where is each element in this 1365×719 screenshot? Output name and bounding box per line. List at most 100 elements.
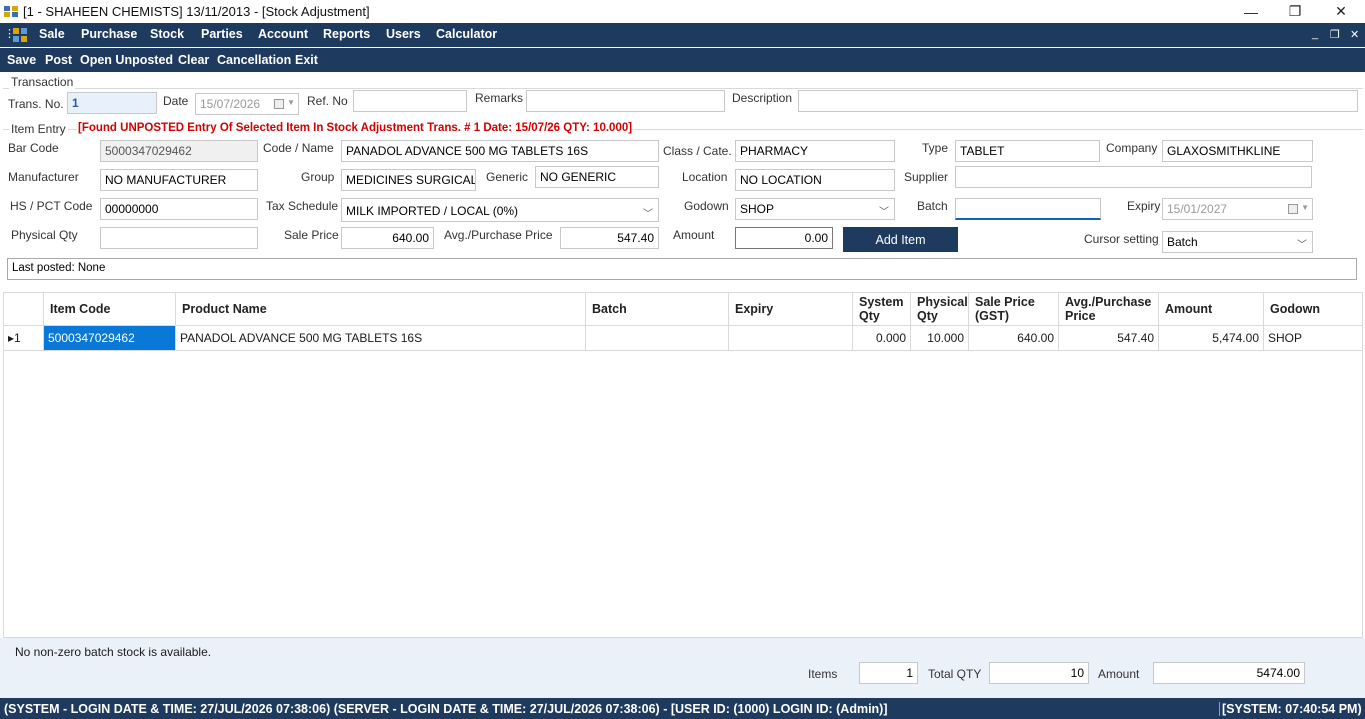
col-godown[interactable]: Godown — [1264, 293, 1362, 326]
expiry-picker[interactable]: 15/01/2027 ▼ — [1162, 198, 1313, 220]
cursor-setting-select[interactable]: Batch ﹀ — [1162, 231, 1313, 253]
physical-qty-field[interactable] — [100, 227, 258, 249]
group-field[interactable]: MEDICINES SURGICALS — [341, 169, 476, 191]
row-indicator[interactable]: ▸1 — [4, 326, 44, 351]
amount-label: Amount — [673, 228, 715, 242]
tax-schedule-value: MILK IMPORTED / LOCAL (0%) — [346, 204, 519, 218]
barcode-label: Bar Code — [8, 141, 59, 155]
cell-amount[interactable]: 5,474.00 — [1159, 326, 1264, 351]
total-qty-field: 10 — [989, 662, 1089, 684]
cell-system-qty[interactable]: 0.000 — [853, 326, 911, 351]
refno-label: Ref. No — [307, 94, 348, 108]
mdi-restore-button[interactable]: ❐ — [1330, 28, 1340, 41]
exit-button[interactable]: Exit — [295, 53, 318, 67]
col-physical-qty[interactable]: Physical Qty — [911, 293, 969, 326]
expiry-label: Expiry — [1127, 199, 1161, 213]
cell-product-name[interactable]: PANADOL ADVANCE 500 MG TABLETS 16S — [176, 326, 586, 351]
col-expiry[interactable]: Expiry — [729, 293, 853, 326]
supplier-field[interactable] — [955, 166, 1312, 188]
godown-value: SHOP — [740, 202, 775, 216]
generic-field[interactable]: NO GENERIC — [535, 166, 659, 188]
location-label: Location — [682, 170, 728, 184]
menu-reports[interactable]: Reports — [323, 27, 370, 41]
chevron-down-icon: ▼ — [287, 98, 295, 107]
expiry-value: 15/01/2027 — [1167, 202, 1228, 216]
footer-panel: No non-zero batch stock is available. It… — [0, 638, 1365, 698]
cell-item-code[interactable]: 5000347029462 — [44, 326, 176, 351]
row-header-column — [4, 293, 44, 326]
menu-bar: ⋮ Sale Purchase Stock Parties Account Re… — [0, 23, 1365, 47]
godown-label: Godown — [684, 199, 729, 213]
cell-sale-price[interactable]: 640.00 — [969, 326, 1059, 351]
cell-expiry[interactable] — [729, 326, 853, 351]
date-picker[interactable]: 15/07/2026 ▼ — [195, 93, 299, 115]
type-field[interactable]: TABLET — [955, 140, 1100, 162]
col-avg-price[interactable]: Avg./Purchase Price — [1059, 293, 1159, 326]
refno-field[interactable] — [353, 90, 467, 112]
tax-schedule-label: Tax Schedule — [266, 199, 339, 213]
trans-no-field[interactable]: 1 — [67, 92, 157, 114]
menu-sale[interactable]: Sale — [39, 27, 65, 41]
last-posted-bar: Last posted: None — [7, 258, 1357, 280]
cell-batch[interactable] — [586, 326, 729, 351]
hs-code-field[interactable]: 00000000 — [100, 198, 258, 220]
sale-price-field[interactable]: 640.00 — [341, 227, 434, 249]
godown-select[interactable]: SHOP ﹀ — [735, 198, 895, 220]
items-count-field: 1 — [859, 662, 918, 684]
menu-parties[interactable]: Parties — [201, 27, 243, 41]
barcode-field[interactable]: 5000347029462 — [100, 140, 258, 162]
location-field[interactable]: NO LOCATION — [735, 169, 895, 191]
unposted-warning: [Found UNPOSTED Entry Of Selected Item I… — [77, 122, 634, 134]
minimize-button[interactable]: — — [1228, 0, 1274, 23]
total-qty-label: Total QTY — [928, 667, 982, 681]
cursor-setting-label: Cursor setting — [1084, 232, 1159, 246]
add-item-button[interactable]: Add Item — [843, 227, 958, 252]
tax-schedule-select[interactable]: MILK IMPORTED / LOCAL (0%) ﹀ — [341, 198, 659, 222]
post-button[interactable]: Post — [45, 53, 72, 67]
menu-account[interactable]: Account — [258, 27, 308, 41]
physical-qty-label: Physical Qty — [11, 228, 78, 242]
save-button[interactable]: Save — [7, 53, 36, 67]
cell-avg-price[interactable]: 547.40 — [1059, 326, 1159, 351]
menu-users[interactable]: Users — [386, 27, 421, 41]
code-name-field[interactable]: PANADOL ADVANCE 500 MG TABLETS 16S — [341, 140, 659, 162]
mdi-minimize-button[interactable]: _ — [1312, 28, 1318, 40]
col-batch[interactable]: Batch — [586, 293, 729, 326]
chevron-down-icon: ﹀ — [643, 209, 653, 220]
type-label: Type — [922, 141, 949, 155]
trans-no-label: Trans. No. — [8, 97, 64, 111]
window-title: [1 - SHAHEEN CHEMISTS] 13/11/2013 - [Sto… — [23, 4, 370, 19]
col-item-code[interactable]: Item Code — [44, 293, 176, 326]
company-field[interactable]: GLAXOSMITHKLINE — [1162, 140, 1313, 162]
class-field[interactable]: PHARMACY — [735, 140, 895, 162]
col-sale-price[interactable]: Sale Price (GST) — [969, 293, 1059, 326]
batch-field[interactable] — [955, 198, 1101, 220]
title-bar: [1 - SHAHEEN CHEMISTS] 13/11/2013 - [Sto… — [0, 0, 1365, 23]
clear-button[interactable]: Clear — [178, 53, 209, 67]
maximize-button[interactable]: ❐ — [1272, 0, 1318, 23]
chevron-down-icon: ﹀ — [879, 207, 889, 218]
open-unposted-button[interactable]: Open Unposted — [80, 53, 173, 67]
batch-label: Batch — [917, 199, 948, 213]
items-grid[interactable]: Item Code Product Name Batch Expiry Syst… — [3, 292, 1363, 638]
col-system-qty[interactable]: System Qty — [853, 293, 911, 326]
manufacturer-field[interactable]: NO MANUFACTURER — [100, 169, 258, 191]
col-amount[interactable]: Amount — [1159, 293, 1264, 326]
supplier-label: Supplier — [904, 170, 949, 184]
col-product-name[interactable]: Product Name — [176, 293, 586, 326]
cell-godown[interactable]: SHOP — [1264, 326, 1362, 351]
menu-stock[interactable]: Stock — [150, 27, 184, 41]
class-label: Class / Cate. — [663, 144, 732, 158]
menu-purchase[interactable]: Purchase — [81, 27, 137, 41]
menu-calculator[interactable]: Calculator — [436, 27, 497, 41]
avg-price-field[interactable]: 547.40 — [560, 227, 659, 249]
amount-field[interactable]: 0.00 — [735, 227, 833, 249]
total-amount-field: 5474.00 — [1153, 662, 1305, 684]
description-field[interactable] — [798, 90, 1358, 112]
remarks-field[interactable] — [526, 90, 725, 112]
cancellation-button[interactable]: Cancellation — [217, 53, 291, 67]
close-button[interactable]: ✕ — [1318, 0, 1364, 23]
cell-physical-qty[interactable]: 10.000 — [911, 326, 969, 351]
description-label: Description — [732, 91, 793, 105]
mdi-close-button[interactable]: ✕ — [1350, 28, 1359, 41]
